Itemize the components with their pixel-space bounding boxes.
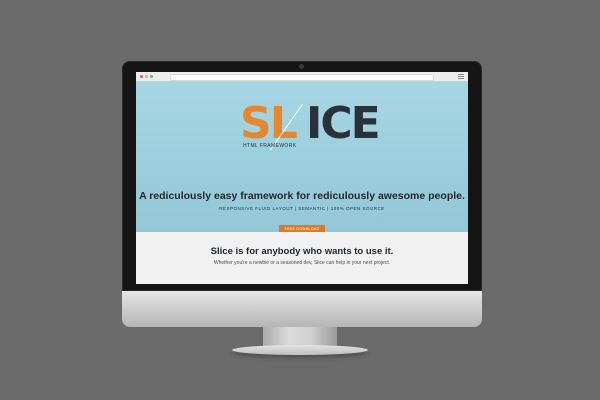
hero-tagline: A rediculously easy framework for redicu… xyxy=(139,190,465,202)
intro-heading: Slice is for anybody who wants to use it… xyxy=(210,246,394,257)
camera-icon xyxy=(299,64,304,69)
close-dot-icon[interactable] xyxy=(140,75,143,78)
slice-logo[interactable]: SL ICE HTML FRAMEWORK xyxy=(240,100,381,151)
logo-right-text: ICE xyxy=(306,98,381,149)
monitor-chin xyxy=(122,291,482,327)
browser-toolbar xyxy=(136,72,468,82)
logo-subtitle: HTML FRAMEWORK xyxy=(243,143,297,149)
intro-subtext: Whether you're a newbie or a seasoned de… xyxy=(213,260,391,266)
feature-list: RESPONSIVE FLUID LAYOUT | SEMANTIC | 100… xyxy=(219,206,385,211)
monitor-bezel: SL ICE HTML FRAMEWORK A rediculously eas… xyxy=(122,61,482,291)
maximize-dot-icon[interactable] xyxy=(150,75,153,78)
monitor-stand-base xyxy=(232,345,368,355)
menu-icon[interactable] xyxy=(458,74,464,79)
address-bar[interactable] xyxy=(170,74,434,81)
minimize-dot-icon[interactable] xyxy=(145,75,148,78)
screen: SL ICE HTML FRAMEWORK A rediculously eas… xyxy=(136,72,468,284)
hero-section: SL ICE HTML FRAMEWORK A rediculously eas… xyxy=(136,82,468,234)
intro-section: Slice is for anybody who wants to use it… xyxy=(136,232,468,284)
